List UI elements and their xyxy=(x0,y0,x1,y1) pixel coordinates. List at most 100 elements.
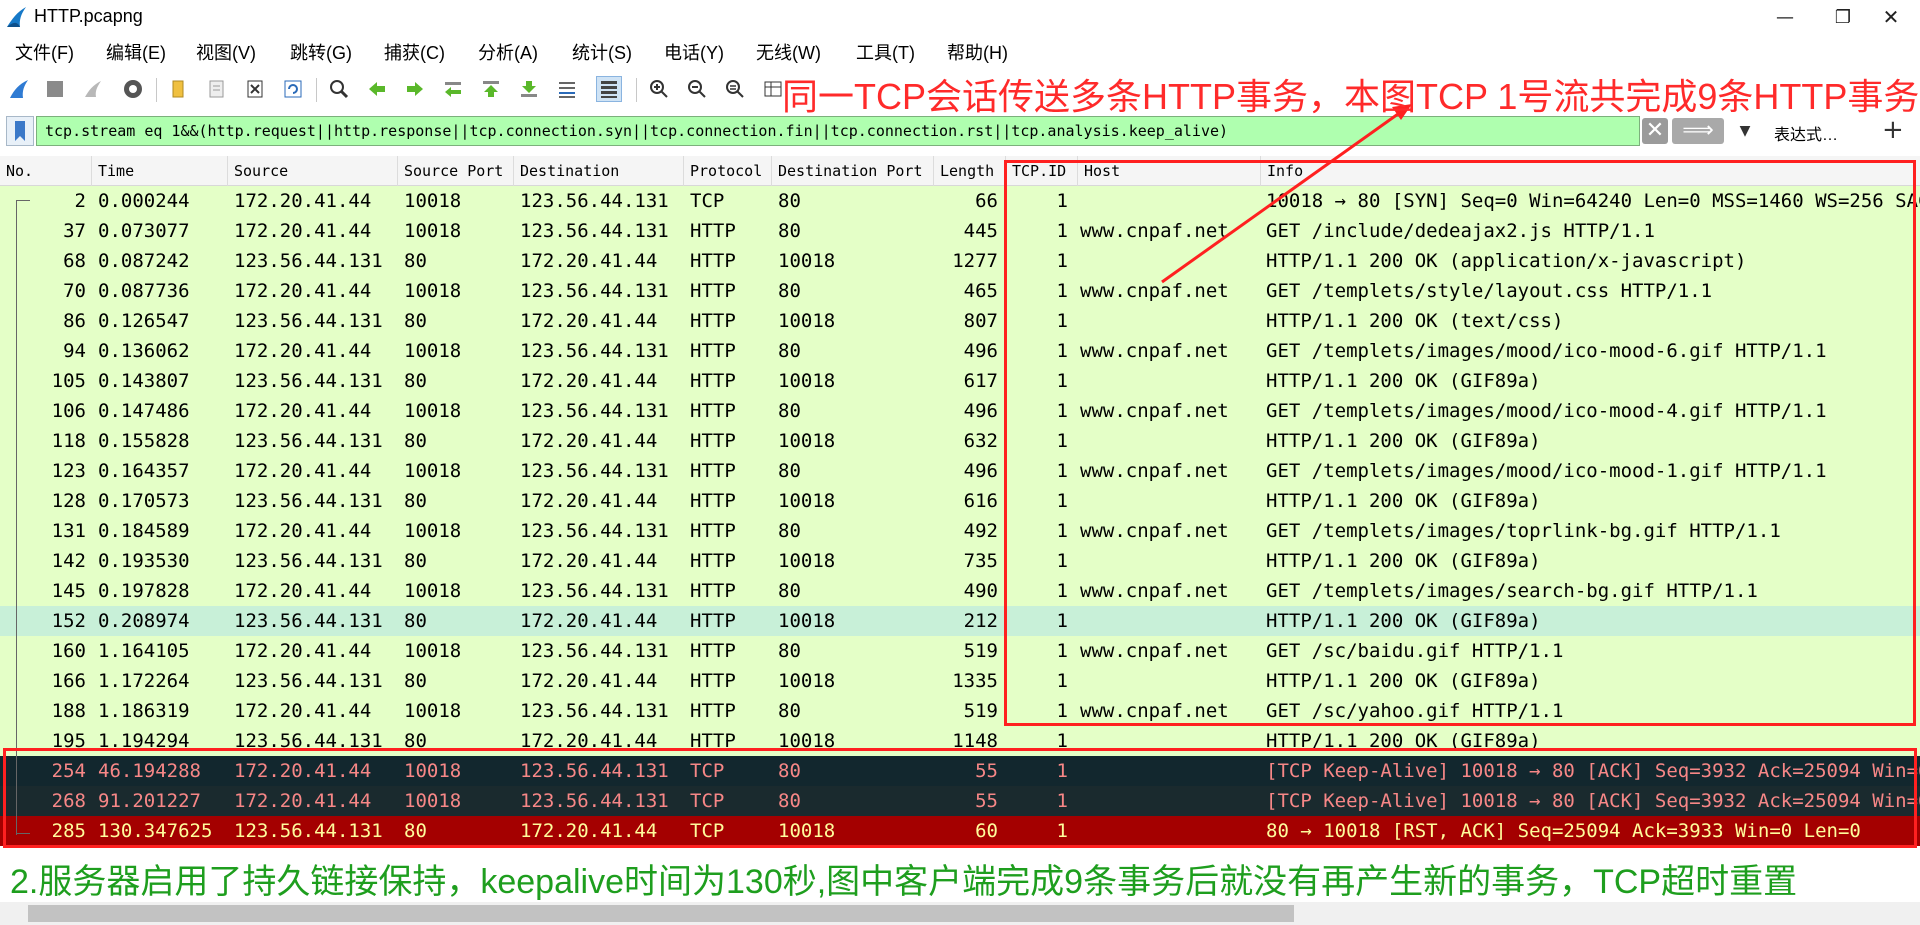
zoom-in-icon[interactable] xyxy=(646,76,672,102)
column-header-destination[interactable]: Destination xyxy=(514,156,684,186)
minimize-button[interactable]: — xyxy=(1756,0,1814,34)
packet-cell-proto: HTTP xyxy=(690,580,736,602)
menu-statistics[interactable]: 统计(S) xyxy=(572,39,632,65)
filter-history-dropdown[interactable]: ▼ xyxy=(1730,118,1760,144)
packet-cell-src: 123.56.44.131 xyxy=(234,670,383,692)
packet-cell-no: 166 xyxy=(51,670,86,692)
colorize-icon[interactable] xyxy=(596,76,622,102)
start-capture-icon[interactable] xyxy=(6,76,32,102)
packet-cell-len: 496 xyxy=(963,340,998,362)
packet-cell-sport: 10018 xyxy=(404,220,462,242)
packet-cell-proto: HTTP xyxy=(690,400,736,422)
packet-cell-time: 0.073077 xyxy=(98,220,190,242)
column-header-source[interactable]: Source xyxy=(228,156,398,186)
packet-cell-dport: 80 xyxy=(778,280,801,302)
capture-options-icon[interactable] xyxy=(120,76,146,102)
packet-cell-src: 123.56.44.131 xyxy=(234,610,383,632)
packet-cell-src: 172.20.41.44 xyxy=(234,700,372,722)
packet-cell-len: 496 xyxy=(963,400,998,422)
save-file-icon[interactable] xyxy=(204,76,230,102)
packet-cell-no: 68 xyxy=(63,250,86,272)
packet-cell-proto: HTTP xyxy=(690,220,736,242)
packet-cell-len: 490 xyxy=(963,580,998,602)
auto-scroll-icon[interactable] xyxy=(554,76,580,102)
open-file-icon[interactable] xyxy=(166,76,192,102)
packet-cell-dst: 123.56.44.131 xyxy=(520,190,669,212)
packet-cell-proto: TCP xyxy=(690,190,725,212)
stop-capture-icon[interactable] xyxy=(42,76,68,102)
menu-help[interactable]: 帮助(H) xyxy=(947,39,1008,65)
find-packet-icon[interactable] xyxy=(326,76,352,102)
packet-cell-len: 66 xyxy=(975,190,998,212)
column-header-source-port[interactable]: Source Port xyxy=(398,156,514,186)
packet-cell-src: 172.20.41.44 xyxy=(234,640,372,662)
packet-cell-sport: 10018 xyxy=(404,400,462,422)
packet-cell-src: 172.20.41.44 xyxy=(234,400,372,422)
packet-cell-no: 123 xyxy=(51,460,86,482)
go-back-icon[interactable] xyxy=(364,76,390,102)
packet-cell-no: 70 xyxy=(63,280,86,302)
go-to-packet-icon[interactable] xyxy=(440,76,466,102)
window-title: HTTP.pcapng xyxy=(34,6,143,26)
close-button[interactable]: ✕ xyxy=(1862,0,1920,34)
packet-cell-len: 1277 xyxy=(952,250,998,272)
horizontal-scrollbar[interactable] xyxy=(0,902,1920,925)
packet-cell-time: 0.193530 xyxy=(98,550,190,572)
menu-view[interactable]: 视图(V) xyxy=(196,39,256,65)
clear-filter-button[interactable]: ✕ xyxy=(1642,118,1668,144)
title-bar: HTTP.pcapng — ❐ ✕ xyxy=(0,0,1920,34)
packet-cell-proto: HTTP xyxy=(690,340,736,362)
toolbar-separator xyxy=(316,78,317,102)
menu-analyze[interactable]: 分析(A) xyxy=(478,39,538,65)
menu-wireless[interactable]: 无线(W) xyxy=(756,39,821,65)
expression-button[interactable]: 表达式… xyxy=(1774,121,1838,145)
zoom-normal-icon[interactable] xyxy=(722,76,748,102)
packet-cell-proto: HTTP xyxy=(690,670,736,692)
column-header-protocol[interactable]: Protocol xyxy=(684,156,772,186)
packet-cell-dst: 123.56.44.131 xyxy=(520,340,669,362)
packet-cell-time: 1.172264 xyxy=(98,670,190,692)
packet-cell-src: 123.56.44.131 xyxy=(234,250,383,272)
apply-filter-button[interactable]: ⟹ xyxy=(1672,118,1724,144)
packet-cell-len: 445 xyxy=(963,220,998,242)
reload-file-icon[interactable] xyxy=(280,76,306,102)
packet-cell-sport: 10018 xyxy=(404,520,462,542)
go-last-packet-icon[interactable] xyxy=(516,76,542,102)
go-forward-icon[interactable] xyxy=(402,76,428,102)
packet-cell-dst: 172.20.41.44 xyxy=(520,250,658,272)
packet-cell-time: 0.136062 xyxy=(98,340,190,362)
packet-cell-no: 128 xyxy=(51,490,86,512)
zoom-out-icon[interactable] xyxy=(684,76,710,102)
menu-telephony[interactable]: 电话(Y) xyxy=(664,39,724,65)
packet-cell-dport: 80 xyxy=(778,400,801,422)
packet-cell-len: 492 xyxy=(963,520,998,542)
packet-cell-no: 86 xyxy=(63,310,86,332)
packet-cell-time: 0.147486 xyxy=(98,400,190,422)
restart-capture-icon[interactable] xyxy=(80,76,106,102)
packet-cell-sport: 80 xyxy=(404,310,427,332)
column-header-time[interactable]: Time xyxy=(92,156,228,186)
menu-go[interactable]: 跳转(G) xyxy=(290,39,352,65)
display-filter-input[interactable]: tcp.stream eq 1&&(http.request||http.res… xyxy=(36,116,1640,146)
horizontal-scrollbar-thumb[interactable] xyxy=(28,905,1294,922)
go-first-packet-icon[interactable] xyxy=(478,76,504,102)
packet-cell-dst: 172.20.41.44 xyxy=(520,370,658,392)
column-header-no[interactable]: No. xyxy=(0,156,92,186)
column-header-destination-port[interactable]: Destination Port xyxy=(772,156,934,186)
close-file-icon[interactable] xyxy=(242,76,268,102)
column-header-length[interactable]: Length xyxy=(934,156,1006,186)
packet-cell-proto: HTTP xyxy=(690,550,736,572)
packet-cell-no: 106 xyxy=(51,400,86,422)
menu-edit[interactable]: 编辑(E) xyxy=(106,39,166,65)
packet-cell-src: 123.56.44.131 xyxy=(234,490,383,512)
menu-capture[interactable]: 捕获(C) xyxy=(384,39,445,65)
packet-cell-no: 145 xyxy=(51,580,86,602)
conversation-bracket-start xyxy=(16,200,30,201)
packet-cell-dport: 10018 xyxy=(778,610,836,632)
packet-cell-proto: HTTP xyxy=(690,610,736,632)
menu-tools[interactable]: 工具(T) xyxy=(856,39,915,65)
packet-cell-dst: 123.56.44.131 xyxy=(520,520,669,542)
menu-file[interactable]: 文件(F) xyxy=(15,39,74,65)
packet-cell-src: 172.20.41.44 xyxy=(234,280,372,302)
filter-bookmark-button[interactable] xyxy=(6,116,34,146)
